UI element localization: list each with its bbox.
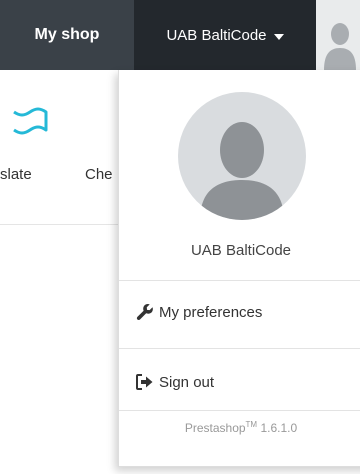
trademark-mark: TM (245, 420, 258, 429)
content-divider (0, 224, 120, 225)
dropdown-divider (119, 348, 360, 349)
topbar-avatar[interactable] (316, 0, 360, 70)
my-shop-link[interactable]: My shop (0, 0, 134, 70)
page: My shop UAB BaltiCode slate Che UAB Balt… (0, 0, 360, 474)
sign-out-icon (135, 372, 155, 392)
user-avatar-icon (200, 122, 284, 220)
tab-translate[interactable]: slate (0, 166, 32, 183)
footer-product-name: Prestashop (184, 421, 246, 435)
top-navbar: My shop UAB BaltiCode (0, 0, 360, 70)
account-dropdown: UAB BaltiCode My preferences Sign out Pr… (118, 70, 360, 467)
dropdown-divider (119, 410, 360, 411)
dropdown-divider (119, 280, 360, 281)
profile-name: UAB BaltiCode (190, 242, 292, 259)
caret-down-icon (273, 34, 284, 40)
translate-icon (13, 107, 48, 135)
my-preferences-label: My preferences (159, 303, 263, 321)
tab-check[interactable]: Che (85, 166, 113, 183)
version-footer: PrestashopTM 1.6.1.0 (119, 420, 360, 435)
profile-avatar (178, 92, 306, 220)
account-name-label: UAB BaltiCode (166, 26, 267, 44)
my-shop-label: My shop (34, 26, 100, 43)
user-avatar-icon (324, 23, 356, 70)
my-preferences-link[interactable]: My preferences (135, 297, 262, 327)
footer-version: 1.6.1.0 (257, 421, 298, 435)
wrench-icon (135, 302, 155, 322)
sign-out-link[interactable]: Sign out (135, 367, 214, 397)
account-menu-toggle[interactable]: UAB BaltiCode (134, 0, 316, 70)
sign-out-label: Sign out (159, 373, 215, 391)
